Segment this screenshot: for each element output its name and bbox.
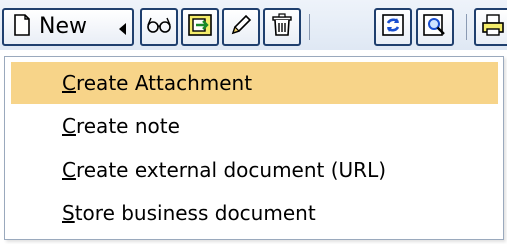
print-button[interactable] (474, 8, 507, 46)
trash-icon (271, 13, 293, 41)
toolbar-separator (309, 14, 310, 40)
refresh-icon (381, 13, 405, 41)
new-document-icon (14, 14, 30, 40)
menu-item-create-external-document[interactable]: Create external document (URL) (11, 149, 498, 191)
menu-item-label: reate Attachment (75, 71, 253, 95)
toolbar: New (0, 0, 507, 50)
toolbar-separator (466, 14, 467, 40)
delete-button[interactable] (263, 8, 301, 46)
new-button[interactable]: New (2, 8, 134, 46)
edit-button[interactable] (222, 8, 260, 46)
pencil-icon (229, 13, 253, 41)
export-button[interactable] (181, 8, 219, 46)
search-document-icon (422, 13, 448, 41)
menu-item-store-business-document[interactable]: Store business document (11, 192, 498, 234)
menu-item-label: reate external document (URL) (75, 158, 387, 182)
display-button[interactable] (140, 8, 178, 46)
menu-item-create-note[interactable]: Create note (11, 105, 498, 147)
menu-item-accelerator: S (62, 201, 75, 225)
print-icon (481, 13, 505, 41)
menu-item-create-attachment[interactable]: Create Attachment (11, 62, 498, 104)
refresh-button[interactable] (374, 8, 412, 46)
new-dropdown-menu: Create Attachment Create note Create ext… (4, 56, 504, 240)
search-document-button[interactable] (416, 8, 454, 46)
menu-item-accelerator: C (62, 114, 76, 138)
export-icon (187, 13, 213, 41)
menu-item-label: reate note (75, 114, 180, 138)
new-button-label: New (39, 14, 87, 39)
menu-item-accelerator: C (62, 158, 76, 182)
dropdown-arrow-icon (119, 23, 126, 35)
menu-item-accelerator: C (62, 71, 76, 95)
menu-item-label: tore business document (74, 201, 316, 225)
glasses-icon (146, 15, 172, 39)
